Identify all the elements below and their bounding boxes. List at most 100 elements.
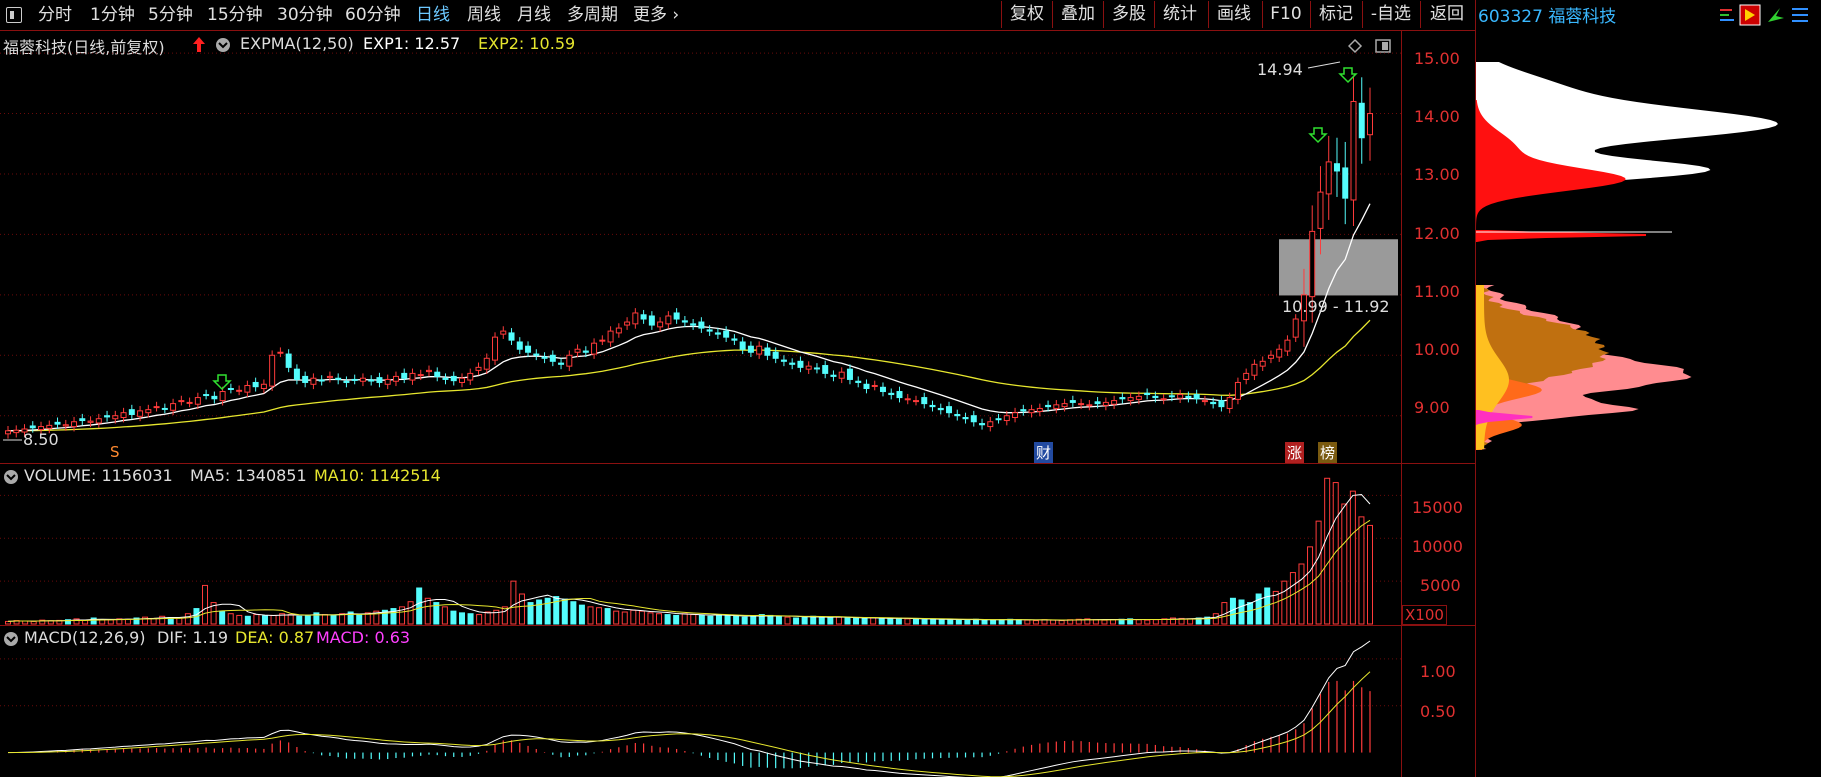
volume-bar [801, 616, 808, 625]
tab-multi-period[interactable]: 多周期 [567, 3, 618, 27]
sell-signal-arrow-icon [1308, 127, 1328, 144]
price-tick: 15.00 [1414, 49, 1460, 68]
volume-bar [1032, 620, 1039, 625]
tab-monthly[interactable]: 月线 [517, 3, 551, 27]
chevron-right-icon: › [667, 5, 680, 25]
tab-30min[interactable]: 30分钟 [277, 3, 333, 27]
dif-line [7, 640, 1371, 777]
tab-60min[interactable]: 60分钟 [345, 3, 401, 27]
candle-body [789, 362, 796, 365]
candle-body [1160, 398, 1167, 401]
low-label: 8.50 [23, 430, 59, 449]
draw-line-button[interactable]: 画线 [1208, 1, 1259, 28]
volume-bar [202, 584, 209, 625]
volume-bar [536, 599, 543, 625]
chip-white-profile [1476, 62, 1779, 240]
volume-bar [733, 615, 740, 625]
candle-body [244, 384, 251, 393]
list-icon[interactable] [1792, 8, 1808, 22]
add-watchlist-button[interactable]: -自选 [1362, 1, 1419, 28]
candle-body [714, 332, 721, 335]
volume-bar [955, 619, 962, 625]
candle-body [1267, 354, 1274, 359]
financial-report-marker[interactable]: 财 [1034, 442, 1054, 463]
header-icons [1720, 4, 1808, 26]
limit-up-marker[interactable]: 涨 [1285, 442, 1305, 463]
candle-body [161, 407, 168, 410]
macd-chart[interactable] [0, 626, 1401, 777]
multi-stock-button[interactable]: 多股 [1103, 1, 1154, 28]
candle-body [929, 404, 936, 408]
candle-body [54, 421, 61, 425]
candle-body [128, 409, 135, 415]
candle-body [1102, 401, 1109, 406]
volume-bar [613, 610, 620, 625]
candle-body [879, 386, 886, 393]
candle-body [723, 330, 730, 338]
volume-bar [1315, 520, 1322, 625]
pointer-icon[interactable] [1768, 8, 1784, 22]
candle-body [772, 351, 779, 359]
price-tick: 12.00 [1414, 224, 1460, 243]
volume-bar [1144, 619, 1151, 625]
volume-bar [810, 615, 817, 625]
overlay-button[interactable]: 叠加 [1052, 1, 1103, 28]
candle-body [310, 377, 317, 385]
candlestick-chart[interactable] [0, 30, 1401, 463]
candle-body [326, 375, 333, 379]
candle-body [1251, 363, 1258, 376]
volume-bar [895, 617, 902, 625]
tab-fenshi[interactable]: 分时 [38, 3, 72, 27]
candle-body [1045, 404, 1052, 408]
candle-body [269, 354, 276, 387]
volume-bar [261, 615, 268, 625]
fuquan-button[interactable]: 复权 [1001, 1, 1052, 28]
candle-body [318, 379, 325, 382]
candle-body [1168, 395, 1175, 398]
tab-1min[interactable]: 1分钟 [90, 3, 135, 27]
volume-bar [176, 617, 183, 625]
volume-bar [656, 613, 663, 625]
mark-button[interactable]: 标记 [1310, 1, 1361, 28]
candle-body [1333, 163, 1340, 172]
candle-body [1061, 403, 1068, 408]
bar-chart-icon[interactable] [1720, 9, 1734, 21]
stock-code: 603327 [1478, 7, 1543, 27]
candle-body [293, 368, 300, 380]
candle-body [29, 425, 36, 429]
candle-body [425, 369, 432, 373]
tab-daily[interactable]: 日线 [416, 3, 450, 27]
candle-body [236, 389, 243, 392]
dea-line [7, 671, 1371, 777]
candle-body [937, 407, 944, 411]
volume-bar [784, 616, 791, 625]
tab-weekly[interactable]: 周线 [467, 3, 501, 27]
volume-bar [407, 601, 414, 625]
candle-body [780, 359, 787, 362]
f10-button[interactable]: F10 [1262, 1, 1309, 28]
volume-bar [596, 607, 603, 625]
candle-body [987, 421, 994, 428]
flag-icon[interactable] [1739, 4, 1761, 26]
price-tick: 9.00 [1414, 398, 1450, 417]
volume-chart[interactable] [0, 464, 1401, 625]
candle-body [5, 430, 11, 435]
tab-more[interactable]: 更多 › [633, 3, 679, 27]
candle-body [1226, 397, 1233, 409]
candle-body [351, 378, 358, 381]
volume-bar [930, 618, 937, 625]
period-toolbar: 分时 1分钟 5分钟 15分钟 30分钟 60分钟 日线 周线 月线 多周期 更… [0, 0, 1475, 31]
signal-s-marker[interactable]: S [110, 443, 120, 461]
candle-body [995, 418, 1002, 421]
candle-body [153, 406, 160, 409]
back-button[interactable]: 返回 [1420, 1, 1473, 28]
tab-5min[interactable]: 5分钟 [148, 3, 193, 27]
dragon-tiger-list-marker[interactable]: 榜 [1318, 442, 1338, 463]
candle-body [442, 377, 449, 380]
volume-bar [750, 615, 757, 625]
window-menu-icon[interactable] [6, 7, 22, 23]
statistics-button[interactable]: 统计 [1154, 1, 1205, 28]
candle-body [343, 380, 350, 383]
tab-15min[interactable]: 15分钟 [207, 3, 263, 27]
candle-body [1243, 372, 1250, 380]
